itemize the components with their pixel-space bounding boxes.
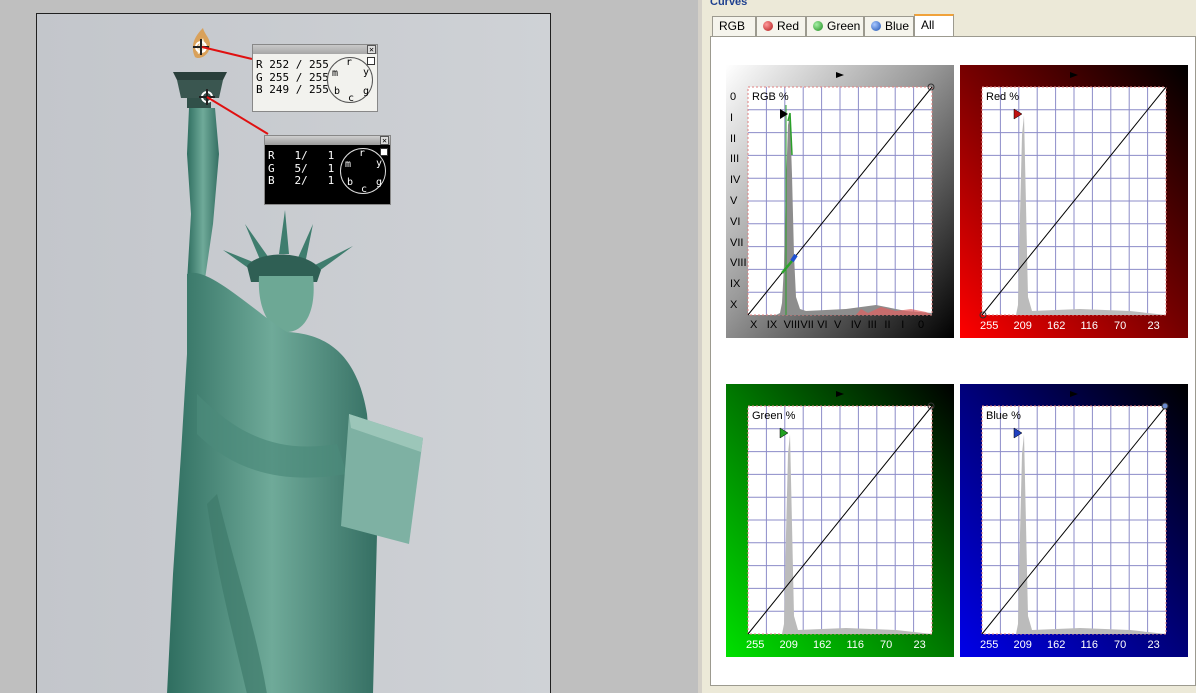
curves-panel: Curves RGB Red Green Blue All RGB % 0 I … [698,0,1196,693]
readout-titlebar[interactable] [253,45,377,54]
dial-b: b [347,177,354,188]
x-tick-label: X [750,319,758,331]
rgb-values: R 252 / 255 G 255 / 255 B 249 / 255 [256,58,329,97]
x-tick-label: VII [800,319,814,331]
x-tick-label: 162 [813,639,832,651]
blue-dot-icon [871,21,881,31]
red-curve-panel[interactable]: Red % 255 209 162 116 70 23 [960,65,1188,338]
tab-blue[interactable]: Blue [864,16,914,36]
dial-expand-icon[interactable] [367,57,375,65]
x-tick-label: 116 [1080,320,1099,332]
x-tick-label: 116 [1080,639,1099,651]
tab-red[interactable]: Red [756,16,806,36]
tab-label: All [921,18,935,32]
x-tick-label: 255 [980,320,999,332]
tab-all[interactable]: All [914,14,954,36]
x-tick-label: II [884,319,891,331]
y-tick-label: IV [730,174,741,187]
x-tick-label: 162 [1047,320,1066,332]
dial-g: g [363,86,370,97]
x-tick-label: 70 [1114,639,1127,651]
y-tick-label: VIII [730,257,747,270]
y-tick-label: II [730,132,737,145]
y-tick-label: X [730,299,738,311]
x-tick-label: 23 [1147,320,1160,332]
curve-label: RGB % [752,91,789,103]
x-tick-label: III [867,319,877,331]
x-tick-label: IX [766,319,778,331]
green-dot-icon [813,21,823,31]
x-tick-label: 0 [918,319,925,331]
color-wheel-dial: r y g c b m [327,57,375,104]
x-tick-label: 70 [880,639,893,651]
curve-label: Blue % [986,410,1021,422]
x-tick-label: VIII [783,319,801,331]
tab-green[interactable]: Green [806,16,864,36]
app-window: ✕ R 252 / 255 G 255 / 255 B 249 / 255 r y … [0,0,1196,693]
x-tick-label: I [901,319,905,331]
rgb-curve-graph[interactable] [726,65,954,338]
x-tick-label: V [834,319,842,331]
tab-label: Green [827,19,861,33]
dial-r: r [346,57,353,68]
curve-label: Red % [986,91,1020,103]
tab-label: Red [777,19,800,33]
blue-value: B 2/ 1 [268,174,335,187]
dial-r: r [359,148,366,159]
tab-label: RGB [719,19,746,33]
color-readout-window-bottom[interactable]: ✕ R 1/ 1G 5/ 1B 2/ 1 r y g c b m [264,135,391,205]
x-tick-label: 23 [1147,639,1160,651]
x-tick-label: 209 [1013,320,1032,332]
dial-m: m [332,68,339,79]
blue-value: B 249 / 255 [256,83,329,96]
x-tick-label: 209 [779,639,798,651]
rgb-curve-panel[interactable]: RGB % 0 I II III IV V VI VII VIII IX X X IX VIII VII V… [726,65,954,338]
dial-b: b [334,86,341,97]
y-tick-label: VI [730,215,741,228]
x-tick-label: 255 [746,639,765,651]
color-wheel-dial: r y g c b m [340,148,388,195]
tab-label: Blue [885,19,910,33]
curve-label: Green % [752,410,796,422]
dial-y: y [376,158,383,169]
tab-content: RGB % 0 I II III IV V VI VII VIII IX X X IX VIII VII V… [710,36,1196,686]
red-dot-icon [763,21,773,31]
y-tick-label: I [730,111,734,124]
green-curve-panel[interactable]: Green % 255 209 162 116 70 23 [726,384,954,657]
y-tick-label: VII [730,236,744,249]
close-icon[interactable]: ✕ [380,136,389,145]
x-tick-label: VI [817,319,828,331]
dial-c: c [348,93,355,104]
dial-y: y [363,67,370,78]
y-tick-label: 0 [730,91,737,103]
readout-titlebar[interactable] [265,136,390,145]
x-tick-label: IV [850,319,862,331]
x-tick-label: 162 [1047,639,1066,651]
red-value: R 1/ 1 [268,149,335,162]
blue-curve-panel[interactable]: Blue % 255 209 162 116 70 23 [960,384,1188,657]
close-icon[interactable]: ✕ [367,45,376,54]
red-value: R 252 / 255 [256,58,329,71]
dial-c: c [361,184,368,195]
color-readout-window-top[interactable]: ✕ R 252 / 255 G 255 / 255 B 249 / 255 r y … [252,44,378,112]
panel-title: Curves [710,0,748,8]
dial-m: m [345,159,352,170]
rgb-values: R 1/ 1G 5/ 1B 2/ 1 [268,149,335,188]
tab-rgb[interactable]: RGB [712,16,756,36]
canvas-area[interactable]: ✕ R 252 / 255 G 255 / 255 B 249 / 255 r y … [0,0,698,693]
dial-g: g [376,177,383,188]
x-tick-label: 209 [1013,639,1032,651]
green-curve-graph[interactable] [726,384,954,657]
y-tick-label: III [730,153,740,166]
y-tick-label: IX [730,278,741,291]
blue-curve-graph[interactable] [960,384,1188,657]
y-tick-label: V [730,195,738,207]
red-curve-graph[interactable] [960,65,1188,338]
dial-expand-icon[interactable] [380,148,388,156]
x-tick-label: 70 [1114,320,1127,332]
x-tick-label: 23 [913,639,926,651]
x-tick-label: 116 [846,639,865,651]
x-tick-label: 255 [980,639,999,651]
